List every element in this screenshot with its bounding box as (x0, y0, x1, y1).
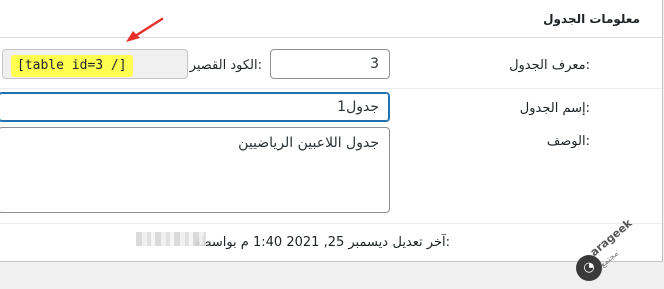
row-divider (0, 223, 662, 224)
shortcode-field[interactable]: [table id=3 /] (2, 49, 188, 79)
panel-title: معلومات الجدول (543, 12, 640, 26)
description-label: الوصف: (546, 134, 590, 149)
table-id-field[interactable]: 3 (270, 49, 390, 79)
description-field[interactable]: جدول اللاعبين الرياضيين (0, 127, 390, 213)
table-id-label: معرف الجدول: (509, 58, 590, 73)
arageek-watermark: ◔ arageek مجتمع (574, 217, 664, 288)
panel-header: معلومات الجدول (0, 0, 662, 38)
row-divider (0, 88, 662, 89)
shortcode-value: [table id=3 /] (11, 55, 133, 77)
table-name-label: إسم الجدول: (519, 101, 590, 116)
arageek-logo-icon: ◔ (576, 255, 602, 281)
last-modified-label: آخر تعديل: (392, 235, 450, 250)
red-arrow-icon (126, 17, 164, 42)
table-name-field[interactable]: جدول1 (0, 92, 390, 122)
last-modified-value: ديسمبر 25, 2021 1:40 م بواسطة (194, 235, 388, 250)
table-information-panel: معلومات الجدول معرف الجدول: 3 الكود القص… (0, 0, 663, 262)
shortcode-label: الكود القصير: (189, 58, 262, 73)
redacted-username (136, 232, 206, 246)
